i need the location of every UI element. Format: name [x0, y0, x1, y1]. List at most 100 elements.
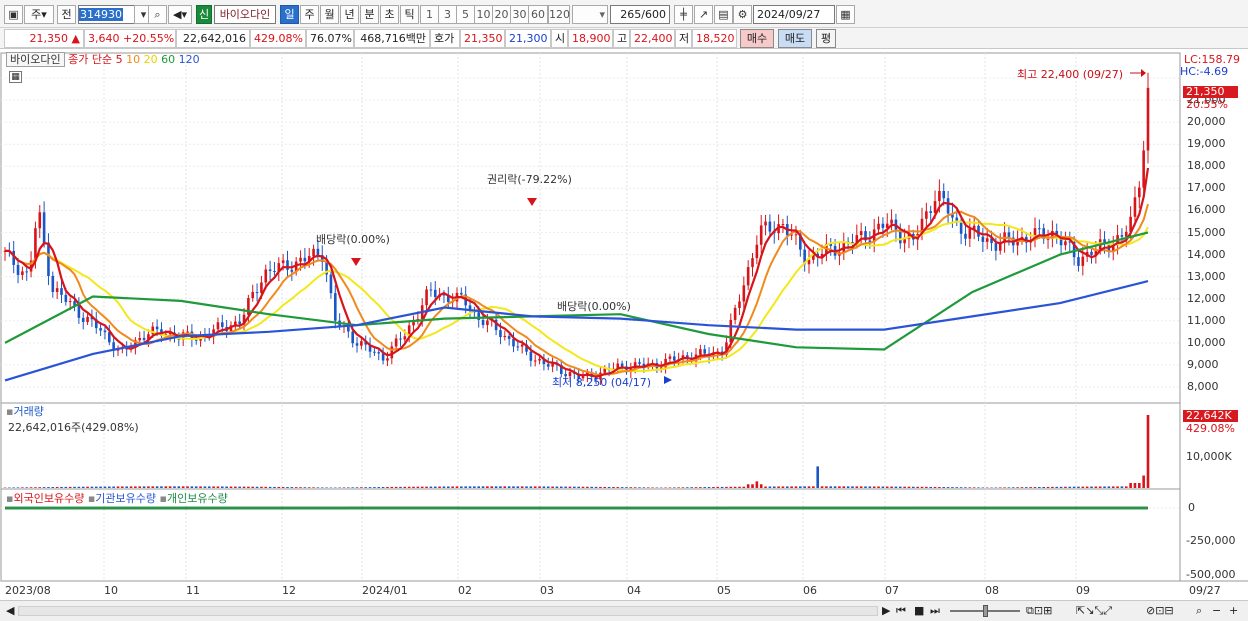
volume-bar: [642, 487, 646, 488]
volume-bar: [81, 486, 85, 488]
open-price: 18,900: [568, 29, 613, 48]
scroll-right-icon[interactable]: ▶: [882, 604, 890, 618]
volume-bar: [955, 487, 959, 488]
tick-20[interactable]: 20: [492, 5, 511, 24]
tick-5[interactable]: 5: [456, 5, 475, 24]
tick-60[interactable]: 60: [528, 5, 548, 24]
volume-bar: [972, 487, 976, 488]
volume-value: 22,642,016: [176, 29, 250, 48]
tick-1[interactable]: 1: [420, 5, 439, 24]
volume-bar: [599, 486, 602, 488]
line-tool-icon[interactable]: ↗: [694, 5, 713, 24]
volume-bar: [803, 486, 806, 488]
volume-bar: [355, 487, 359, 488]
volume-bar: [951, 487, 954, 488]
zoom-in-icon[interactable]: +: [1229, 604, 1238, 618]
period-minute[interactable]: 분: [360, 5, 379, 24]
search-icon[interactable]: ⌕: [148, 5, 167, 24]
stock-code-input[interactable]: 314930: [78, 5, 135, 24]
stop-icon[interactable]: ■: [914, 604, 924, 618]
volume-bar: [160, 486, 163, 488]
volume-bar: [820, 486, 824, 488]
volume-bar: [407, 486, 411, 488]
tick-custom-select[interactable]: ▾: [572, 5, 608, 24]
x-axis-label: 2024/01: [362, 584, 408, 597]
volume-bar: [420, 486, 424, 488]
period-week[interactable]: 주: [300, 5, 319, 24]
legend-individual: 개인보유수량: [166, 492, 228, 505]
volume-bar: [360, 487, 363, 488]
ask-price: 21,350: [460, 29, 505, 48]
tick-3[interactable]: 3: [438, 5, 457, 24]
table-toggle-icon[interactable]: ▦: [9, 71, 22, 83]
candle-body: [1138, 187, 1141, 198]
volume-bar: [1016, 487, 1019, 488]
low-price: 18,520: [692, 29, 737, 48]
volume-bar: [1090, 486, 1093, 488]
volume-bar: [507, 486, 511, 488]
x-axis-label: 09/27: [1189, 584, 1221, 597]
sell-button[interactable]: 매도: [778, 29, 812, 48]
volume-bar: [651, 487, 654, 488]
volume-bar: [520, 486, 524, 488]
price-axis-label: 15,000: [1187, 225, 1226, 239]
zoom-out-icon[interactable]: −: [1212, 604, 1221, 618]
prev-button[interactable]: 전: [57, 5, 76, 24]
zoom-slider-thumb[interactable]: [983, 605, 988, 617]
period-day[interactable]: 일: [280, 5, 299, 24]
camera-icon[interactable]: ⊘⊡⊟: [1146, 604, 1174, 618]
volume-bar: [168, 486, 172, 488]
scroll-left-icon[interactable]: ◀: [6, 604, 14, 618]
calendar-icon[interactable]: ▦: [836, 5, 855, 24]
volume-bar: [47, 487, 50, 488]
forward-icon[interactable]: ⏭: [930, 604, 940, 618]
buy-button[interactable]: 매수: [740, 29, 774, 48]
save-icon[interactable]: ▤: [714, 5, 733, 24]
period-month[interactable]: 월: [320, 5, 339, 24]
volume-bar: [998, 487, 1002, 488]
speaker-icon[interactable]: ◀▾: [168, 5, 192, 24]
tick-30[interactable]: 30: [510, 5, 529, 24]
volume-badge-pct: 429.08%: [1186, 422, 1235, 435]
price-axis-label: 19,000: [1187, 137, 1226, 151]
volume-bar: [877, 486, 880, 488]
evaluate-button[interactable]: 평: [816, 29, 836, 48]
legend-ma20: 20: [143, 53, 158, 66]
bar-count-input[interactable]: 265/600: [610, 5, 670, 24]
ma20-line: [5, 220, 1149, 373]
horizontal-scrollbar[interactable]: [18, 606, 878, 616]
date-input[interactable]: 2024/09/27: [753, 5, 835, 24]
period-second[interactable]: 초: [380, 5, 399, 24]
candle-icon[interactable]: ╪: [674, 5, 693, 24]
candle-body: [929, 211, 932, 214]
volume-bar: [929, 486, 932, 488]
search-zoom-icon[interactable]: ⌕: [1196, 604, 1202, 618]
volume-bar: [829, 486, 833, 488]
hc-value: HC:-4.69: [1180, 65, 1229, 78]
stock-chart[interactable]: 바이오다인 종가 단순 5 10 20 60 120 ▦ LC:158.79 H…: [0, 50, 1248, 621]
draw-tools-icon[interactable]: ⇱↘⤡⤢: [1076, 604, 1112, 618]
x-axis-label: 09: [1076, 584, 1090, 597]
tick-10[interactable]: 10: [474, 5, 493, 24]
volume-bar: [442, 486, 446, 488]
rewind-icon[interactable]: ⏮: [896, 604, 906, 618]
volume-bar: [1085, 486, 1089, 488]
gear-icon[interactable]: ⚙: [733, 5, 752, 24]
volume-bar: [946, 487, 950, 488]
volume-bar: [299, 487, 302, 488]
volume-bar: [173, 486, 176, 488]
period-select[interactable]: 주▾: [24, 5, 54, 24]
volume-bar: [1098, 486, 1102, 488]
volume-bar: [777, 486, 780, 488]
volume-bar: [825, 486, 828, 488]
volume-bar: [77, 486, 81, 488]
tick-120[interactable]: 120: [548, 5, 570, 24]
period-year[interactable]: 년: [340, 5, 359, 24]
volume-bar: [677, 487, 680, 488]
window-icon[interactable]: ▣: [4, 5, 23, 24]
period-tick[interactable]: 틱: [400, 5, 419, 24]
volume-legend: ▪거래량: [6, 405, 44, 418]
dividend-annotation-2: 배당락(0.00%): [557, 300, 631, 313]
layout-icon[interactable]: ⧉⊡⊞: [1026, 604, 1052, 618]
volume-bar: [234, 486, 237, 488]
